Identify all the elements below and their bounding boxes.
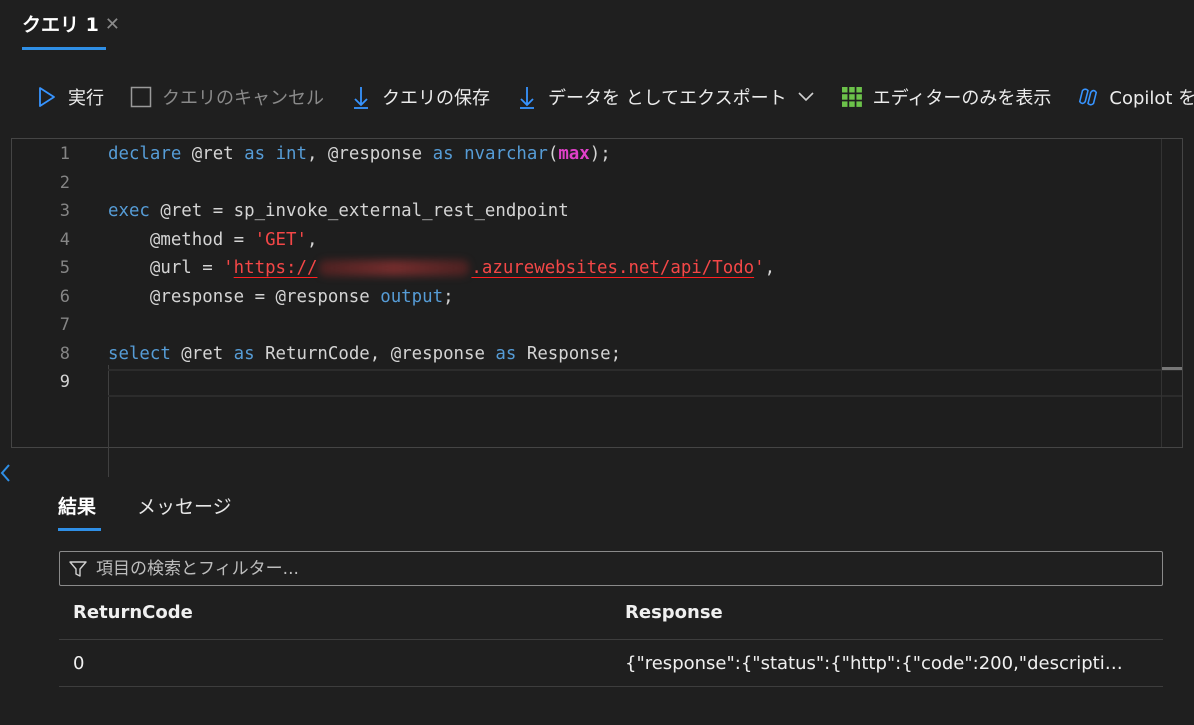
editor-only-label: エディターのみを表示 <box>872 88 1052 109</box>
filter-input[interactable] <box>94 557 1148 580</box>
grid-icon <box>841 86 863 108</box>
code-line-5: @url = 'https://.azurewebsites.net/api/T… <box>108 258 776 278</box>
tab-active-indicator <box>22 47 106 50</box>
cancel-query-button[interactable]: クエリのキャンセル <box>130 84 324 110</box>
collapse-arrow-icon[interactable] <box>0 462 12 490</box>
filter-box <box>59 551 1163 586</box>
filter-icon <box>68 559 88 579</box>
tab-bar: クエリ 1 ✕ <box>0 0 1194 52</box>
code-line-6: @response = @response output; <box>108 287 454 307</box>
code-area: declare @ret as int, @response as nvarch… <box>108 139 775 364</box>
tab-label: クエリ 1 <box>22 14 99 36</box>
sql-editor[interactable]: 1 2 3 4 5 6 7 8 9 declare @ret as int, @… <box>11 138 1183 477</box>
results-tab-indicator <box>58 528 101 531</box>
line-number: 2 <box>59 173 70 193</box>
tab-messages[interactable]: メッセージ <box>137 492 232 519</box>
row-divider <box>59 686 1163 687</box>
column-header-response[interactable]: Response <box>625 602 723 623</box>
save-query-button[interactable]: クエリの保存 <box>350 84 490 110</box>
editor-only-button[interactable]: エディターのみを表示 <box>841 84 1052 110</box>
export-data-button[interactable]: データを としてエクスポート <box>516 84 815 110</box>
run-label: 実行 <box>68 88 104 109</box>
scrollbar-cursor-marker <box>1162 367 1182 370</box>
column-header-returncode[interactable]: ReturnCode <box>73 602 193 623</box>
toolbar: 実行 クエリのキャンセル クエリの保存 データを としてエクスポート エディター… <box>36 80 1194 114</box>
play-icon <box>36 86 58 108</box>
save-label: クエリの保存 <box>382 88 490 109</box>
copilot-icon <box>1077 86 1099 108</box>
line-number-current: 9 <box>59 372 70 392</box>
redacted-hostname <box>319 260 470 276</box>
code-line-4: @method = 'GET', <box>108 230 318 250</box>
run-button[interactable]: 実行 <box>36 84 104 110</box>
download-arrow-icon <box>516 86 538 109</box>
line-number: 7 <box>59 315 70 335</box>
code-line-1: declare @ret as int, @response as nvarch… <box>108 144 611 164</box>
copilot-label: Copilot を開く <box>1109 88 1194 109</box>
line-number: 1 <box>59 144 70 164</box>
tab-query-1[interactable]: クエリ 1 ✕ <box>22 12 120 50</box>
open-copilot-button[interactable]: Copilot を開く <box>1077 84 1194 110</box>
line-number: 6 <box>59 287 70 307</box>
code-line-8: select @ret as ReturnCode, @response as … <box>108 344 622 364</box>
cell-response[interactable]: {"response":{"status":{"http":{"code":20… <box>625 653 1155 674</box>
line-number: 4 <box>59 230 70 250</box>
export-label: データを としてエクスポート <box>548 88 787 109</box>
checkbox-icon <box>130 86 152 108</box>
editor-scrollbar[interactable] <box>1161 139 1182 447</box>
line-number: 3 <box>59 201 70 221</box>
line-number: 5 <box>59 258 70 278</box>
header-divider <box>59 639 1163 640</box>
current-line-highlight <box>108 369 1182 397</box>
cancel-label: クエリのキャンセル <box>162 88 324 109</box>
cell-returncode[interactable]: 0 <box>73 653 84 674</box>
code-line-3: exec @ret = sp_invoke_external_rest_endp… <box>108 201 569 221</box>
line-number: 8 <box>59 344 70 364</box>
chevron-down-icon <box>797 91 815 103</box>
tab-results[interactable]: 結果 <box>58 492 96 519</box>
close-icon[interactable]: ✕ <box>105 12 120 38</box>
download-arrow-icon <box>350 86 372 109</box>
